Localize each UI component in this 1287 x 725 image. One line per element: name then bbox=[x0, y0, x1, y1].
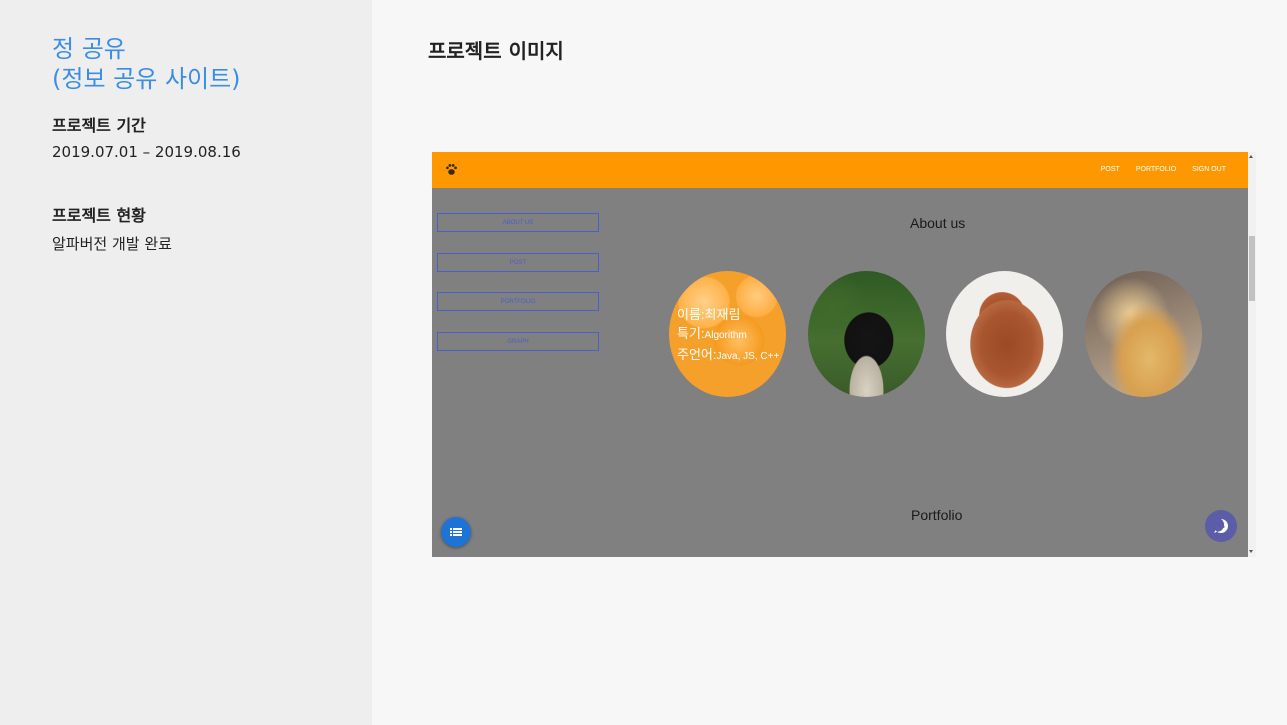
side-button-about-us: ABOUT US bbox=[437, 213, 599, 232]
status-label: 프로젝트 현황 bbox=[52, 206, 146, 225]
portfolio-title: Portfolio bbox=[911, 507, 963, 523]
nav-link-portfolio: PORTFOLIO bbox=[1135, 166, 1177, 173]
period-value: 2019.07.01 – 2019.08.16 bbox=[52, 143, 241, 161]
chat-icon bbox=[1214, 518, 1229, 533]
side-button-graph: GRAPH bbox=[437, 332, 599, 351]
screenshot-nav-links: POST PORTFOLIO SIGN OUT bbox=[1101, 166, 1226, 173]
profile-image-puppy bbox=[1085, 271, 1202, 397]
profile-image-bear bbox=[808, 271, 925, 397]
project-screenshot: POST PORTFOLIO SIGN OUT ABOUT US POST PO… bbox=[432, 152, 1248, 557]
main-heading: 프로젝트 이미지 bbox=[428, 39, 564, 63]
profile-label-skill: 특기: bbox=[677, 326, 705, 341]
profile-value-language: Java, JS, C++ bbox=[716, 351, 780, 362]
scroll-down-icon bbox=[1249, 550, 1253, 553]
profile-image-poodle bbox=[946, 271, 1063, 397]
about-title: About us bbox=[910, 215, 966, 231]
scroll-thumb bbox=[1249, 236, 1255, 301]
sidebar: 정 공유 (정보 공유 사이트) 프로젝트 기간 2019.07.01 – 20… bbox=[0, 0, 372, 725]
side-button-portfolio: PORTFOLIO bbox=[437, 292, 599, 311]
scroll-up-icon bbox=[1249, 155, 1253, 158]
profile-card-orange: 이름:최재림 특기:Algorithm 주언어:Java, JS, C++ bbox=[669, 271, 786, 397]
profile-label-language: 주언어: bbox=[677, 347, 717, 362]
list-fab bbox=[441, 517, 471, 547]
period-label: 프로젝트 기간 bbox=[52, 116, 146, 135]
profile-value-skill: Algorithm bbox=[704, 330, 747, 341]
project-title: 정 공유 (정보 공유 사이트) bbox=[52, 35, 241, 93]
chat-button bbox=[1205, 510, 1237, 542]
paw-icon bbox=[446, 164, 457, 175]
profile-label-name: 이름: bbox=[677, 307, 705, 322]
nav-link-sign-out: SIGN OUT bbox=[1192, 166, 1226, 173]
status-value: 알파버전 개발 완료 bbox=[52, 235, 172, 253]
profile-text: 이름:최재림 특기:Algorithm 주언어:Java, JS, C++ bbox=[677, 305, 779, 366]
screenshot-navbar: POST PORTFOLIO SIGN OUT bbox=[432, 152, 1248, 188]
list-icon bbox=[450, 528, 462, 536]
profile-value-name: 최재림 bbox=[704, 307, 741, 322]
nav-link-post: POST bbox=[1100, 166, 1120, 173]
side-button-post: POST bbox=[437, 253, 599, 272]
screenshot-scrollbar bbox=[1248, 152, 1256, 557]
